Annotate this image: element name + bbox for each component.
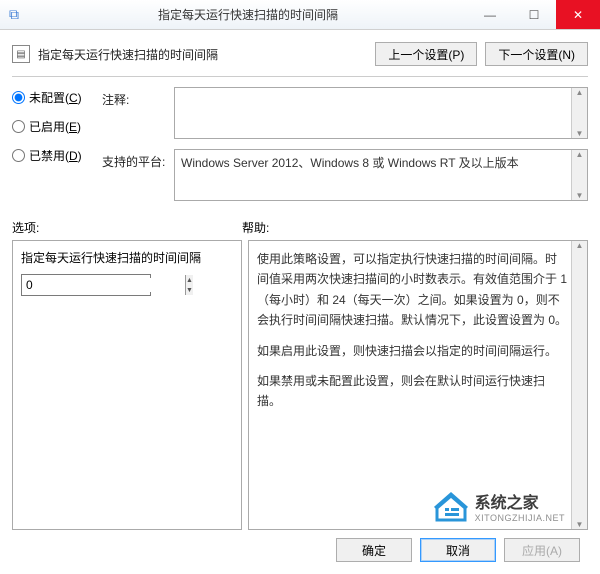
radio-enabled[interactable]: 已启用(E) [12,118,102,135]
policy-title: 指定每天运行快速扫描的时间间隔 [38,46,367,63]
radio-enabled-input[interactable] [12,120,25,133]
radio-enabled-label: 已启用(E) [29,118,81,135]
comment-value [175,88,571,138]
help-paragraph-2: 如果启用此设置，则快速扫描会以指定的时间间隔运行。 [257,341,567,361]
options-section-label: 选项: [12,219,242,236]
apply-button[interactable]: 应用(A) [504,538,580,562]
minimize-button[interactable]: — [468,0,512,29]
titlebar: ⧉ 指定每天运行快速扫描的时间间隔 — ☐ ✕ [0,0,600,30]
interval-input[interactable] [22,278,185,292]
prev-setting-button[interactable]: 上一个设置(P) [375,42,477,66]
watermark-url: XITONGZHIJIA.NET [475,513,565,523]
maximize-button[interactable]: ☐ [512,0,556,29]
radio-not-configured-input[interactable] [12,91,25,104]
help-scrollbar[interactable]: ▲▼ [571,241,587,529]
platform-label: 支持的平台: [102,149,166,201]
comment-textarea[interactable]: ▲▼ [174,87,588,139]
platform-value: Windows Server 2012、Windows 8 或 Windows … [175,150,571,200]
spinner-down-icon[interactable]: ▼ [186,285,193,295]
cancel-button[interactable]: 取消 [420,538,496,562]
platform-scrollbar[interactable]: ▲▼ [571,150,587,200]
watermark-house-icon [433,490,469,522]
radio-not-configured-label: 未配置(C) [29,89,82,106]
interval-label: 指定每天运行快速扫描的时间间隔 [21,249,233,266]
options-panel: 指定每天运行快速扫描的时间间隔 ▲ ▼ [12,240,242,530]
platform-textarea: Windows Server 2012、Windows 8 或 Windows … [174,149,588,201]
help-section-label: 帮助: [242,219,269,236]
help-paragraph-3: 如果禁用或未配置此设置，则会在默认时间运行快速扫描。 [257,371,567,412]
ok-button[interactable]: 确定 [336,538,412,562]
comment-label: 注释: [102,87,166,139]
radio-not-configured[interactable]: 未配置(C) [12,89,102,106]
help-paragraph-1: 使用此策略设置，可以指定执行快速扫描的时间间隔。时间值采用两次快速扫描间的小时数… [257,249,567,331]
radio-disabled-label: 已禁用(D) [29,147,82,164]
interval-spinner[interactable]: ▲ ▼ [21,274,151,296]
watermark: 系统之家 XITONGZHIJIA.NET [433,489,565,523]
window-title: 指定每天运行快速扫描的时间间隔 [28,6,468,23]
watermark-name: 系统之家 [475,489,565,513]
radio-disabled-input[interactable] [12,149,25,162]
comment-scrollbar[interactable]: ▲▼ [571,88,587,138]
policy-icon: ▤ [12,45,30,63]
close-button[interactable]: ✕ [556,0,600,29]
help-panel: 使用此策略设置，可以指定执行快速扫描的时间间隔。时间值采用两次快速扫描间的小时数… [248,240,588,530]
radio-disabled[interactable]: 已禁用(D) [12,147,102,164]
next-setting-button[interactable]: 下一个设置(N) [485,42,588,66]
spinner-up-icon[interactable]: ▲ [186,275,193,285]
app-icon: ⧉ [0,6,28,23]
